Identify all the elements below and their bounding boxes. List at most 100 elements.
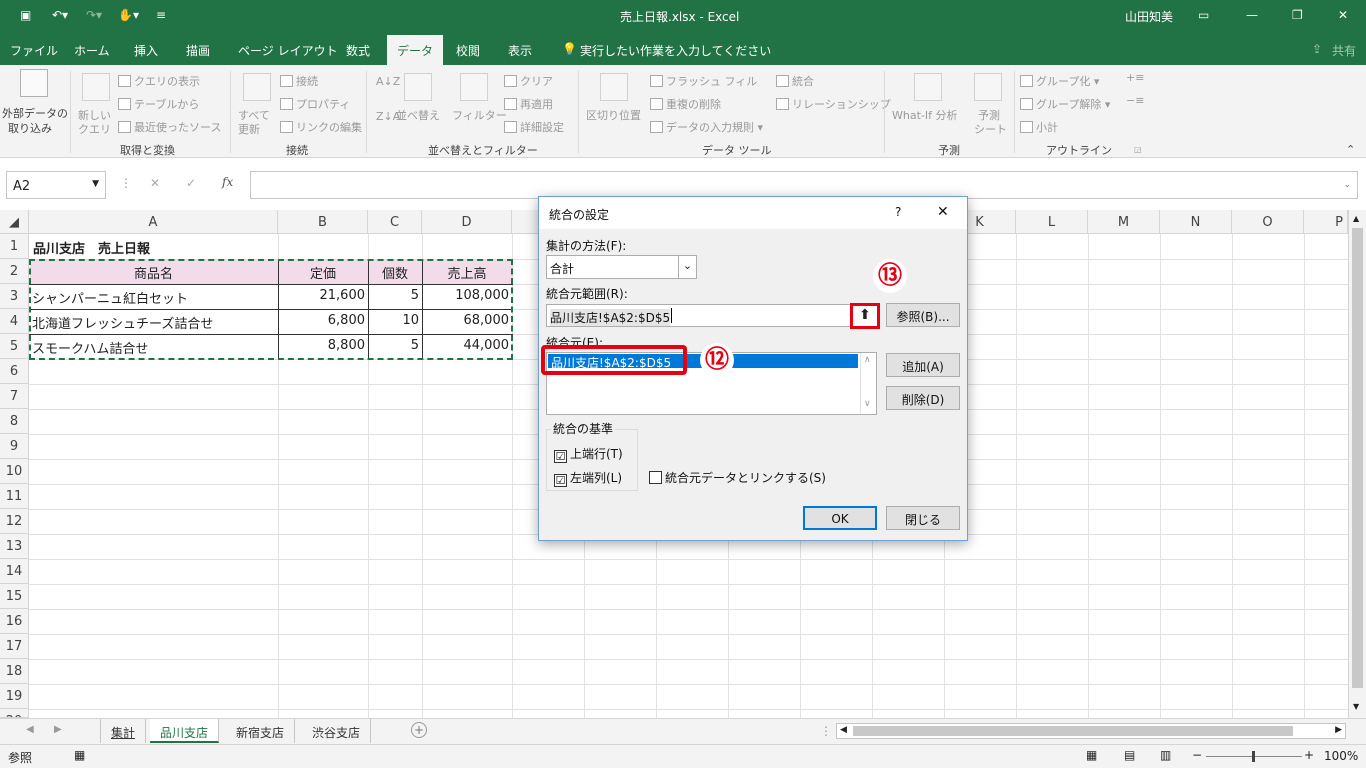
row-header[interactable]: 4 [0,309,29,334]
cancel-icon[interactable]: ✕ [150,176,160,190]
row-header[interactable]: 9 [0,434,29,459]
tab-view[interactable]: 表示 [508,42,532,59]
consolidate-button[interactable]: 統合 [776,73,814,89]
close-icon[interactable]: ✕ [937,204,949,220]
user-name[interactable]: 山田知美 [1125,8,1173,25]
row-header[interactable]: 12 [0,509,29,534]
tab-splitter-icon[interactable]: ⋮ [820,724,832,738]
add-sheet-icon[interactable]: + [411,722,427,738]
subtotal-button[interactable]: 小計 [1020,119,1058,135]
macro-record-icon[interactable]: ▦ [74,748,85,762]
row-header[interactable]: 13 [0,534,29,559]
text-to-columns-button[interactable]: 区切り位置 [586,107,641,123]
zoom-level[interactable]: 100% [1324,749,1358,763]
checkbox-checked[interactable]: ☑ [554,450,567,463]
sheet-tab-summary[interactable]: 集計 [100,719,147,743]
name-box-dropdown-icon[interactable]: ▼ [92,179,99,189]
top-row-checkbox[interactable]: ☑ 上端行(T) [554,445,623,463]
column-header-a[interactable]: A [29,210,278,234]
external-data-button[interactable]: 外部データの [2,105,68,121]
collapse-dialog-button[interactable]: ⬆ [850,303,880,329]
add-button[interactable]: 追加(A) [886,353,960,377]
filter-button[interactable]: フィルター [452,107,507,123]
recent-sources-button[interactable]: 最近使ったソース [118,119,221,135]
function-select[interactable]: 合計 ⌄ [546,255,697,279]
normal-view-icon[interactable]: ▦ [1086,748,1097,762]
clear-button[interactable]: クリア [504,73,553,89]
row-header[interactable]: 16 [0,609,29,634]
row-header[interactable]: 14 [0,559,29,584]
properties-button[interactable]: プロパティ [280,96,350,112]
ungroup-button[interactable]: グループ解除 ▾ [1020,96,1110,112]
undo-icon[interactable]: ↶▾ [52,8,68,22]
ok-button[interactable]: OK [803,506,877,530]
sheet-tab-shinjuku[interactable]: 新宿支店 [226,719,296,743]
save-icon[interactable]: ▣ [20,8,31,22]
row-header[interactable]: 2 [0,259,29,284]
zoom-out-icon[interactable]: − [1192,748,1202,762]
edit-links-button[interactable]: リンクの編集 [280,119,362,135]
next-sheet-icon[interactable]: ▶ [54,724,62,735]
row-header[interactable]: 10 [0,459,29,484]
advanced-button[interactable]: 詳細設定 [504,119,564,135]
sort-button[interactable]: 並べ替え [396,107,440,123]
restore-icon[interactable]: ❐ [1292,8,1303,22]
sort-az-icon[interactable]: A↓Z [376,75,400,88]
row-header[interactable]: 11 [0,484,29,509]
tab-formulas[interactable]: 数式 [346,42,370,59]
row-header[interactable]: 3 [0,284,29,309]
column-header-m[interactable]: M [1088,210,1160,234]
checkbox-unchecked[interactable] [649,471,662,484]
external-data-button-2[interactable]: 取り込み [8,120,52,136]
tab-home[interactable]: ホーム [74,42,110,59]
outline-dialog-launcher-icon[interactable]: ◲ [1134,145,1142,154]
page-layout-view-icon[interactable]: ▤ [1124,748,1135,762]
list-scroll-down-icon[interactable]: ∨ [864,399,871,409]
share-label[interactable]: 共有 [1332,42,1356,59]
zoom-in-icon[interactable]: + [1304,748,1314,762]
connections-button[interactable]: 接続 [280,73,318,89]
vertical-scrollbar[interactable]: ▲ ▼ [1348,210,1366,718]
create-links-checkbox[interactable]: 統合元データとリンクする(S) [649,469,826,486]
row-header[interactable]: 1 [0,234,29,259]
validation-button[interactable]: データの入力規則 ▾ [650,119,763,135]
scroll-down-icon[interactable]: ▼ [1353,702,1359,711]
relationships-button[interactable]: リレーションシップ [776,96,891,112]
customize-qat-icon[interactable]: ≡ [156,8,166,22]
tell-me-box[interactable]: 実行したい作業を入力してください [580,42,771,59]
name-box[interactable]: A2 ▼ [6,171,106,199]
group-button[interactable]: グループ化 ▾ [1020,73,1099,89]
touch-mode-icon[interactable]: ✋▾ [118,8,139,22]
scroll-right-icon[interactable]: ▶ [1335,725,1342,735]
tab-file[interactable]: ファイル [10,42,58,59]
delete-button[interactable]: 削除(D) [886,386,960,410]
h-scroll-thumb[interactable] [853,726,1293,736]
list-scrollbar[interactable]: ∧ ∨ [860,353,876,414]
column-header-n[interactable]: N [1160,210,1232,234]
scroll-left-icon[interactable]: ◀ [840,725,847,735]
sheet-tab-shibuya[interactable]: 渋谷支店 [302,719,372,743]
hide-detail-icon[interactable]: −≡ [1126,94,1144,107]
show-queries-button[interactable]: クエリの表示 [118,73,200,89]
refresh-all-button-2[interactable]: 更新 [238,121,260,137]
minimize-icon[interactable]: — [1246,8,1258,22]
row-header[interactable]: 6 [0,359,29,384]
collapse-ribbon-icon[interactable]: ⌃ [1346,143,1355,156]
insert-function-icon[interactable]: fx [222,175,233,189]
tab-insert[interactable]: 挿入 [134,42,158,59]
redo-icon[interactable]: ↷▾ [86,8,102,22]
column-header-c[interactable]: C [368,210,422,234]
help-button[interactable]: ? [895,205,901,219]
row-header[interactable]: 18 [0,659,29,684]
reference-input[interactable]: 品川支店!$A$2:$D$5 [546,304,879,327]
expand-formula-icon[interactable]: ⌄ [1343,180,1351,190]
scroll-up-icon[interactable]: ▲ [1353,214,1359,223]
ribbon-display-icon[interactable]: ▭ [1198,8,1209,22]
tab-draw[interactable]: 描画 [186,42,210,59]
sheet-tab-shinagawa[interactable]: 品川支店 [150,719,220,743]
row-header[interactable]: 7 [0,384,29,409]
row-header[interactable]: 20 [0,709,29,718]
browse-button[interactable]: 参照(B)... [886,303,960,327]
new-query-button-2[interactable]: クエリ [78,121,111,137]
close-button[interactable]: 閉じる [886,506,960,530]
